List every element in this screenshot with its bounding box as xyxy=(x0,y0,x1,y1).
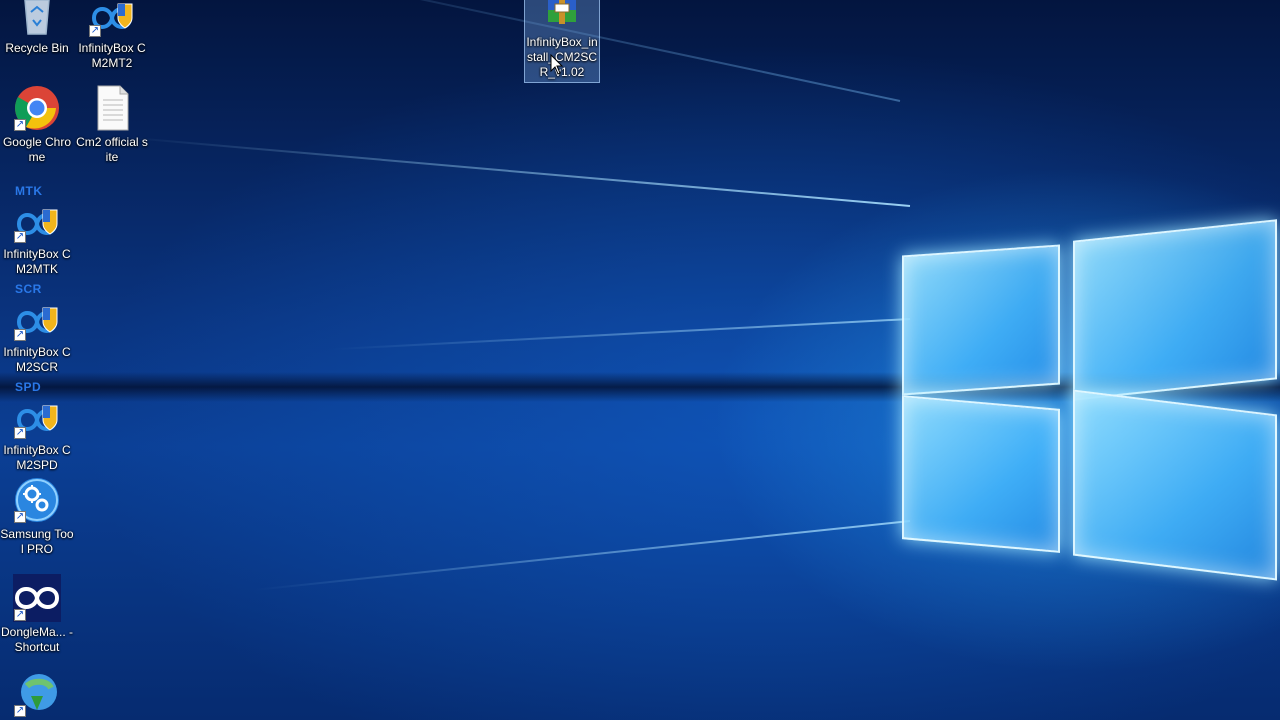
icon-label: Cm2 official site xyxy=(76,135,148,164)
icon-prefix: SCR xyxy=(15,282,42,296)
shortcut-arrow-icon: ↗ xyxy=(14,231,26,243)
icon-label: DongleMa... - Shortcut xyxy=(0,625,74,654)
infinitybox-icon: SPD ↗ xyxy=(13,380,61,440)
shortcut-arrow-icon: ↗ xyxy=(89,25,101,37)
shortcut-arrow-icon: ↗ xyxy=(14,329,26,341)
samsung-tool-icon: ↗ xyxy=(13,476,61,524)
desktop-icon-infinitybox-cm2scr[interactable]: SCR ↗ InfinityBox CM2SCR xyxy=(0,282,74,375)
shortcut-arrow-icon: ↗ xyxy=(14,511,26,523)
infinitybox-icon: MTK ↗ xyxy=(13,184,61,244)
internet-download-manager-icon: ↗ xyxy=(13,670,61,718)
desktop-icon-cm2-official-site[interactable]: Cm2 official site xyxy=(75,84,149,165)
icon-label: InfinityBox CM2MTK xyxy=(3,247,71,276)
light-beam xyxy=(330,318,911,351)
icon-label: Samsung Tool PRO xyxy=(0,527,74,556)
icon-label: InfinityBox CM2MT2 xyxy=(78,41,146,70)
light-beam xyxy=(122,136,911,207)
shortcut-arrow-icon: ↗ xyxy=(14,705,26,717)
icon-prefix: MTK xyxy=(15,184,43,198)
windows-logo-pane-bottom-right xyxy=(1073,389,1277,581)
windows-logo-pane-bottom-left xyxy=(902,395,1060,553)
document-icon xyxy=(88,84,136,132)
shortcut-arrow-icon: ↗ xyxy=(14,427,26,439)
icon-label: Recycle Bin xyxy=(5,41,69,55)
icon-prefix: SPD xyxy=(15,380,42,394)
desktop-icon-samsung-tool-pro[interactable]: ↗ Samsung Tool PRO xyxy=(0,476,74,557)
desktop-icon-infinitybox-cm2mtk[interactable]: MTK ↗ InfinityBox CM2MTK xyxy=(0,184,74,277)
icon-label: Google Chrome xyxy=(2,135,72,164)
desktop-icon-recycle-bin[interactable]: Recycle Bin xyxy=(0,0,74,56)
desktop-icon-google-chrome[interactable]: ↗ Google Chrome xyxy=(0,84,74,165)
windows-logo-pane-top-right xyxy=(1073,219,1277,401)
chrome-icon: ↗ xyxy=(13,84,61,132)
light-beam xyxy=(253,520,911,591)
desktop-icon-dongle-manager-shortcut[interactable]: ↗ DongleMa... - Shortcut xyxy=(0,574,74,655)
desktop-wallpaper: Recycle Bin ↗ InfinityBox CM2MT2 Infinit… xyxy=(0,0,1280,720)
recycle-bin-icon xyxy=(13,0,61,38)
windows-logo-pane-top-left xyxy=(902,244,1060,396)
infinitybox-icon: SCR ↗ xyxy=(13,282,61,342)
infinitybox-icon: ↗ xyxy=(88,0,136,38)
desktop-icon-infinitybox-cm2spd[interactable]: SPD ↗ InfinityBox CM2SPD xyxy=(0,380,74,473)
icon-label: InfinityBox CM2SCR xyxy=(3,345,71,374)
mouse-cursor-icon xyxy=(550,54,564,75)
winrar-archive-icon xyxy=(538,0,586,30)
shortcut-arrow-icon: ↗ xyxy=(14,609,26,621)
icon-label: InfinityBox CM2SPD xyxy=(3,443,71,472)
desktop-icon-infinitybox-cm2mt2[interactable]: ↗ InfinityBox CM2MT2 xyxy=(75,0,149,71)
desktop-icon-internet-download-manager[interactable]: ↗ xyxy=(0,670,74,718)
shortcut-arrow-icon: ↗ xyxy=(14,119,26,131)
dongle-manager-icon: ↗ xyxy=(13,574,61,622)
